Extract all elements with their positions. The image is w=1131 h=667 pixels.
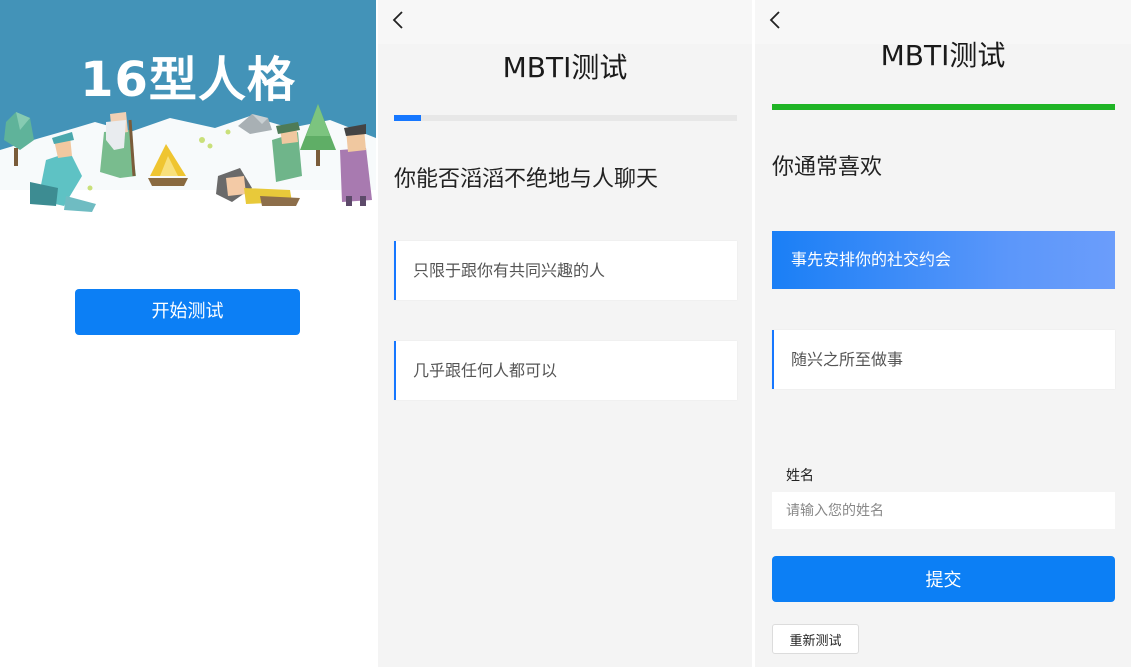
chevron-left-icon[interactable] [388, 6, 412, 34]
app-screens: 16型人格 开始测试 MBTI测试 你能否滔滔不绝地与人聊天 只限于跟你有共同兴… [0, 0, 1131, 667]
app-title: 16型人格 [80, 52, 296, 108]
page-title: MBTI测试 [502, 51, 628, 84]
submit-button[interactable]: 提交 [772, 556, 1115, 602]
question-screen: MBTI测试 你能否滔滔不绝地与人聊天 只限于跟你有共同兴趣的人 几乎跟任何人都… [378, 0, 752, 667]
name-input[interactable] [772, 492, 1115, 529]
hero-banner: 16型人格 [0, 0, 376, 214]
name-label: 姓名 [786, 468, 814, 484]
page-title: MBTI测试 [880, 39, 1006, 72]
progress-bar-complete [772, 104, 1115, 110]
answer-option-a[interactable]: 只限于跟你有共同兴趣的人 [394, 241, 737, 300]
answer-option-a-selected[interactable]: 事先安排你的社交约会 [772, 231, 1115, 289]
answer-option-b[interactable]: 几乎跟任何人都可以 [394, 341, 737, 400]
restart-button[interactable]: 重新测试 [772, 624, 859, 654]
question-text: 你能否滔滔不绝地与人聊天 [394, 167, 659, 192]
answer-option-b[interactable]: 随兴之所至做事 [772, 330, 1115, 389]
progress-fill [394, 115, 422, 121]
start-test-button[interactable]: 开始测试 [75, 289, 300, 335]
final-screen: MBTI测试 你通常喜欢 事先安排你的社交约会 随兴之所至做事 姓名 提交 重新… [755, 0, 1131, 667]
nav-bar [378, 0, 752, 44]
question-text: 你通常喜欢 [772, 155, 883, 180]
splash-screen: 16型人格 开始测试 [0, 0, 376, 667]
chevron-left-icon[interactable] [765, 6, 789, 34]
progress-bar [394, 115, 737, 121]
